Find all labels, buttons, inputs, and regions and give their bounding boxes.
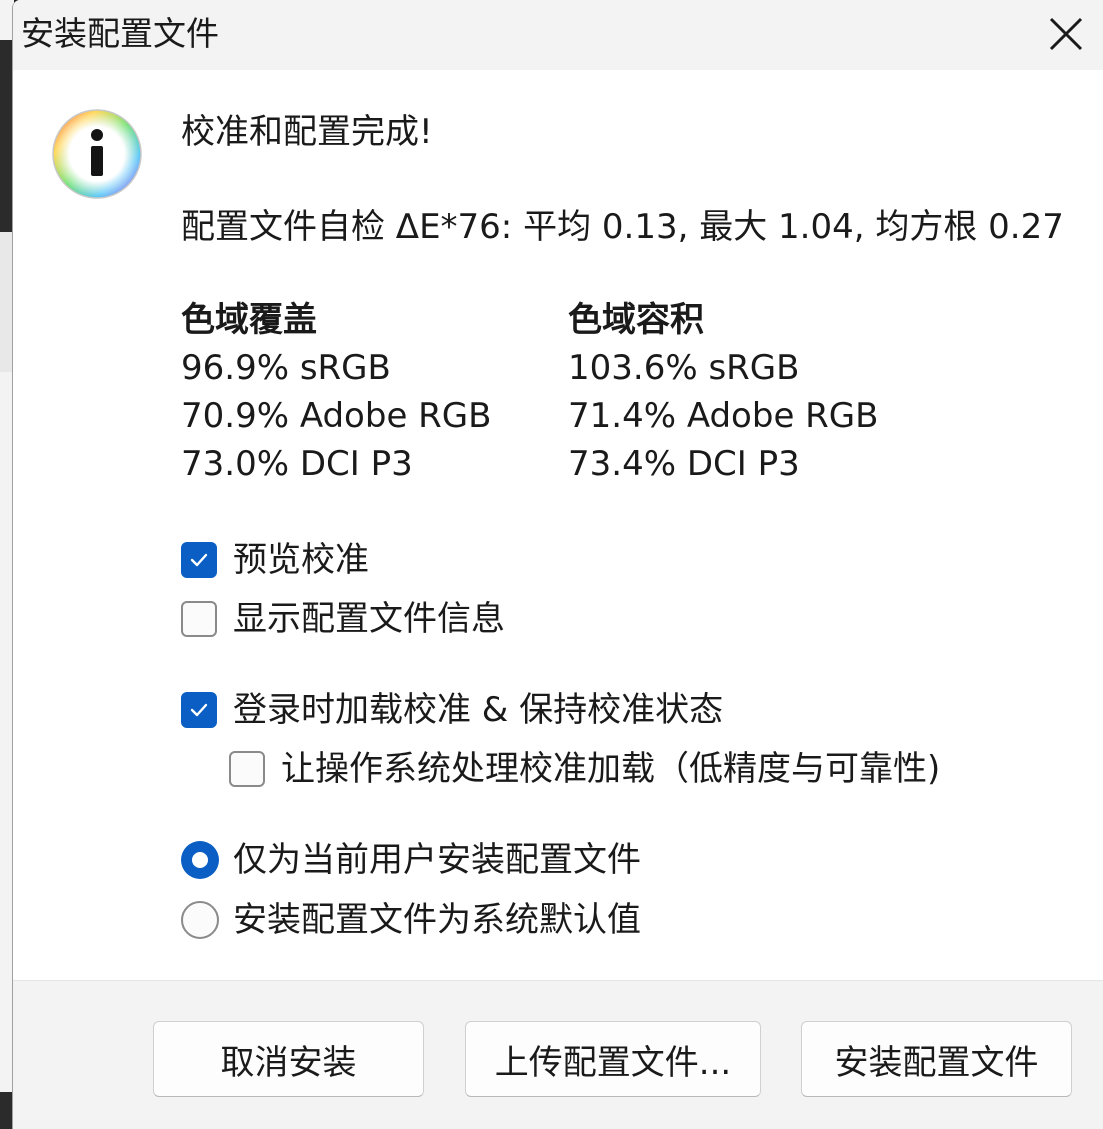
profile-selfcheck-stats: 配置文件自检 ΔE*76: 平均 0.13, 最大 1.04, 均方根 0.27: [181, 207, 1064, 247]
title-bar: 安装配置文件: [13, 0, 1103, 70]
os-handle-loading-option[interactable]: 让操作系统处理校准加载（低精度与可靠性): [229, 747, 940, 791]
info-icon: [52, 109, 142, 199]
gamut-volume-header: 色域容积: [568, 300, 704, 340]
os-handle-loading-label: 让操作系统处理校准加载（低精度与可靠性): [281, 749, 941, 789]
gamut-coverage-column: 色域覆盖 96.9% sRGB 70.9% Adobe RGB 73.0% DC…: [181, 296, 491, 488]
close-icon: [1049, 17, 1083, 51]
load-on-login-label: 登录时加载校准 & 保持校准状态: [233, 690, 724, 730]
install-system-default-option[interactable]: 安装配置文件为系统默认值: [181, 898, 641, 942]
os-handle-loading-checkbox[interactable]: [229, 751, 265, 787]
install-profile-button[interactable]: 安装配置文件: [801, 1021, 1072, 1097]
preview-calibration-label: 预览校准: [233, 540, 369, 580]
load-on-login-option[interactable]: 登录时加载校准 & 保持校准状态: [181, 688, 723, 732]
show-profile-info-checkbox[interactable]: [181, 601, 217, 637]
install-system-default-radio[interactable]: [181, 901, 219, 939]
cancel-install-button[interactable]: 取消安装: [153, 1021, 424, 1097]
upload-profile-button[interactable]: 上传配置文件...: [465, 1021, 761, 1097]
load-on-login-checkbox[interactable]: [181, 692, 217, 728]
gamut-volume-adobe-rgb: 71.4% Adobe RGB: [568, 396, 879, 436]
install-current-user-label: 仅为当前用户安装配置文件: [233, 840, 641, 880]
dialog-footer: 取消安装 上传配置文件... 安装配置文件: [13, 980, 1103, 1129]
completion-message: 校准和配置完成!: [181, 112, 433, 152]
preview-calibration-checkbox[interactable]: [181, 542, 217, 578]
gamut-coverage-adobe-rgb: 70.9% Adobe RGB: [181, 396, 492, 436]
gamut-coverage-srgb: 96.9% sRGB: [181, 348, 391, 388]
checkmark-icon: [190, 553, 208, 567]
install-system-default-label: 安装配置文件为系统默认值: [233, 900, 641, 940]
window-title: 安装配置文件: [21, 14, 219, 53]
radio-dot: [192, 852, 208, 868]
show-profile-info-label: 显示配置文件信息: [233, 599, 505, 639]
gamut-coverage-dci-p3: 73.0% DCI P3: [181, 444, 413, 484]
gamut-volume-dci-p3: 73.4% DCI P3: [568, 444, 800, 484]
install-current-user-option[interactable]: 仅为当前用户安装配置文件: [181, 838, 641, 882]
preview-calibration-option[interactable]: 预览校准: [181, 538, 369, 582]
gamut-volume-srgb: 103.6% sRGB: [568, 348, 800, 388]
install-profile-dialog: 安装配置文件 校准和配置完成! 配置文件自检 ΔE*76: 平均 0.13, 最…: [12, 0, 1103, 1129]
checkmark-icon: [190, 703, 208, 717]
close-button[interactable]: [1038, 8, 1094, 60]
gamut-coverage-header: 色域覆盖: [181, 300, 317, 340]
show-profile-info-option[interactable]: 显示配置文件信息: [181, 597, 505, 641]
gamut-volume-column: 色域容积 103.6% sRGB 71.4% Adobe RGB 73.4% D…: [568, 296, 878, 488]
install-current-user-radio[interactable]: [181, 841, 219, 879]
